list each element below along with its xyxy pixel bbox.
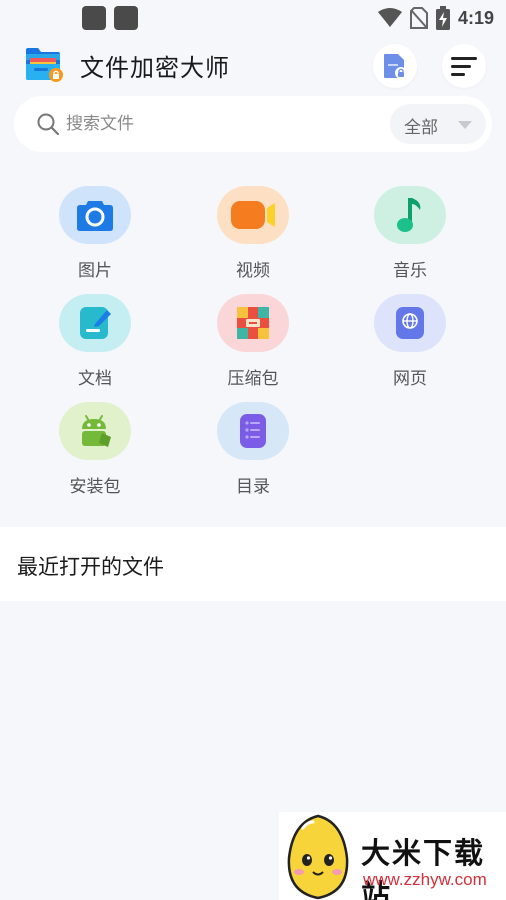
watermark-url: www.zzhyw.com	[363, 870, 487, 889]
no-sim-icon	[409, 7, 428, 29]
category-videos[interactable]: 视频	[193, 184, 313, 284]
category-directory[interactable]: 目录	[193, 400, 313, 500]
menu-button[interactable]	[442, 44, 486, 88]
filter-label: 全部	[404, 118, 438, 138]
status-indicators: 4:19	[377, 6, 494, 30]
category-label: 目录	[236, 477, 270, 497]
category-label: 视频	[236, 261, 270, 281]
app-notification-icon	[82, 6, 106, 30]
mascot-logo-icon	[287, 814, 349, 900]
status-bar: 4:19	[0, 0, 506, 34]
battery-charging-icon	[435, 6, 450, 30]
category-music[interactable]: 音乐	[350, 184, 470, 284]
clock: 4:19	[457, 7, 494, 28]
search-bar: 全部	[14, 96, 492, 152]
site-watermark: 大米下载站 www.zzhyw.com	[279, 812, 506, 900]
category-documents[interactable]: 文档	[35, 292, 155, 392]
category-web[interactable]: 网页	[350, 292, 470, 392]
chevron-down-icon	[458, 121, 472, 129]
lock-file-button[interactable]	[373, 44, 417, 88]
wifi-icon	[377, 8, 402, 27]
app-header: 文件加密大师	[0, 40, 506, 90]
category-label: 文档	[78, 369, 112, 389]
android-icon	[59, 402, 131, 460]
app-notification-icon	[114, 6, 138, 30]
search-icon	[37, 113, 60, 136]
app-title: 文件加密大师	[80, 54, 230, 82]
directory-icon	[217, 402, 289, 460]
folder-lock-icon	[26, 48, 63, 82]
document-icon	[59, 294, 131, 352]
category-apk[interactable]: 安装包	[35, 400, 155, 500]
web-icon	[374, 294, 446, 352]
music-note-icon	[374, 186, 446, 244]
category-label: 网页	[393, 369, 427, 389]
archive-icon	[217, 294, 289, 352]
category-label: 压缩包	[227, 369, 279, 389]
menu-icon	[451, 57, 477, 76]
search-input[interactable]	[66, 108, 366, 140]
app-screen: 4:19 文件加密大师 搜索文件 全部 图片 视频 音乐 文档 压缩包 网页 安…	[0, 0, 506, 900]
category-label: 图片	[78, 261, 112, 281]
camera-icon	[59, 186, 131, 244]
lock-file-icon	[384, 54, 407, 79]
category-label: 音乐	[393, 261, 427, 281]
filter-dropdown[interactable]: 全部	[390, 104, 486, 144]
category-label: 安装包	[69, 477, 121, 497]
recent-files-section: 最近打开的文件	[0, 527, 506, 601]
category-archives[interactable]: 压缩包	[193, 292, 313, 392]
video-icon	[217, 186, 289, 244]
category-images[interactable]: 图片	[35, 184, 155, 284]
recent-files-title: 最近打开的文件	[17, 555, 164, 579]
